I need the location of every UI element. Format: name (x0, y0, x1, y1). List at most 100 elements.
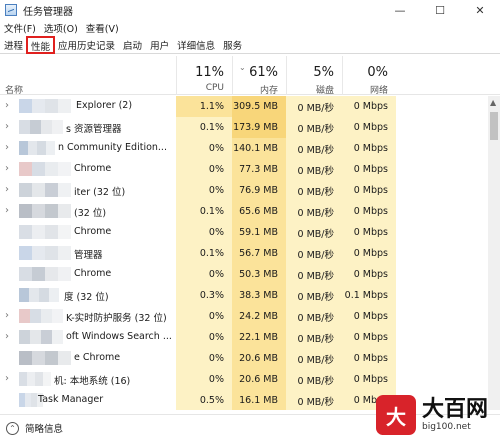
disk-value: 0 MB/秒 (286, 306, 342, 327)
network-value: 0 Mbps (342, 138, 396, 159)
fewer-details-link[interactable]: 简略信息 (25, 421, 63, 435)
chevron-right-icon[interactable]: › (5, 310, 9, 321)
cpu-total-percent: 11% (195, 65, 224, 80)
memory-value: 56.7 MB (232, 243, 286, 264)
process-name: iter (32 位) (74, 187, 126, 198)
column-name-header[interactable]: 名称 (5, 83, 23, 96)
chevron-right-icon[interactable]: › (5, 100, 9, 111)
disk-value: 0 MB/秒 (286, 159, 342, 180)
process-icon (19, 120, 63, 134)
tab-3[interactable]: 启动 (119, 37, 146, 53)
process-row[interactable]: 管理器 0.1% 56.7 MB 0 MB/秒 0 Mbps (0, 243, 488, 264)
cpu-value: 0.1% (176, 201, 232, 222)
network-value: 0 Mbps (342, 117, 396, 138)
chevron-right-icon[interactable]: › (5, 331, 9, 342)
menu-file[interactable]: 文件(F) (4, 21, 36, 35)
network-value: 0 Mbps (342, 180, 396, 201)
process-name: 机: 本地系统 (16) (54, 376, 131, 387)
process-icon (19, 309, 63, 323)
menu-options[interactable]: 选项(O) (44, 21, 78, 35)
process-row[interactable]: › s 资源管理器 0.1% 173.9 MB 0 MB/秒 0 Mbps (0, 117, 488, 138)
process-row[interactable]: › Explorer (2) 1.1% 309.5 MB 0 MB/秒 0 Mbps (0, 96, 488, 117)
process-row[interactable]: › n Community Edition... 0% 140.1 MB 0 MB/秒 0… (0, 138, 488, 159)
disk-value: 0 MB/秒 (286, 117, 342, 138)
process-list: › Explorer (2) 1.1% 309.5 MB 0 MB/秒 0 Mbps › s … (0, 96, 488, 410)
chevron-right-icon[interactable]: › (5, 142, 9, 153)
chevron-right-icon[interactable]: › (5, 205, 9, 216)
task-manager-app-icon (5, 4, 17, 16)
tab-0[interactable]: 进程 (0, 37, 27, 53)
network-value: 0 Mbps (342, 96, 396, 117)
column-cpu-header[interactable]: 11% CPU (176, 56, 232, 95)
memory-value: 77.3 MB (232, 159, 286, 180)
disk-column-label: 磁盘 (315, 86, 334, 96)
process-name: Explorer (2) (76, 100, 133, 111)
menu-view[interactable]: 查看(V) (86, 21, 119, 35)
chevron-right-icon[interactable]: › (5, 184, 9, 195)
network-total-percent: 0% (367, 65, 388, 80)
process-row[interactable]: 度 (32 位) 0.3% 38.3 MB 0 MB/秒 0.1 Mbps (0, 285, 488, 306)
disk-value: 0 MB/秒 (286, 348, 342, 369)
network-value: 0 Mbps (342, 243, 396, 264)
memory-value: 38.3 MB (232, 285, 286, 306)
process-row[interactable]: Chrome 0% 59.1 MB 0 MB/秒 0 Mbps (0, 222, 488, 243)
process-name: Chrome (74, 268, 112, 279)
process-name: Chrome (74, 226, 112, 237)
column-memory-header[interactable]: ⌄ 61% 内存 (232, 56, 286, 96)
process-name: s 资源管理器 (66, 124, 122, 135)
process-row[interactable]: › (32 位) 0.1% 65.6 MB 0 MB/秒 0 Mbps (0, 201, 488, 222)
process-row[interactable]: › K-实时防护服务 (32 位) 0% 24.2 MB 0 MB/秒 0 Mbps (0, 306, 488, 327)
disk-value: 0 MB/秒 (286, 138, 342, 159)
cpu-value: 0% (176, 159, 232, 180)
network-value: 0 Mbps (342, 348, 396, 369)
tab-5[interactable]: 详细信息 (173, 37, 219, 53)
vertical-scrollbar[interactable]: ▲ (488, 96, 500, 410)
process-row[interactable]: › Chrome 0% 77.3 MB 0 MB/秒 0 Mbps (0, 159, 488, 180)
process-row[interactable]: › iter (32 位) 0% 76.9 MB 0 MB/秒 0 Mbps (0, 180, 488, 201)
tab-1[interactable]: 性能 (26, 36, 56, 54)
network-value: 0 Mbps (342, 369, 396, 390)
window-controls: — ☐ ✕ (380, 0, 500, 20)
column-network-header[interactable]: 0% 网络 (342, 56, 396, 96)
column-disk-header[interactable]: 5% 磁盘 (286, 56, 342, 96)
process-icon (19, 183, 71, 197)
process-row[interactable]: e Chrome 0% 20.6 MB 0 MB/秒 0 Mbps (0, 348, 488, 369)
cpu-value: 0% (176, 264, 232, 285)
column-header: 名称 11% CPU ⌄ 61% 内存 5% 磁盘 0% 网络 (0, 56, 500, 96)
cpu-value: 0% (176, 222, 232, 243)
watermark-url: big100.net (422, 422, 471, 432)
process-row[interactable]: › 机: 本地系统 (16) 0% 20.6 MB 0 MB/秒 0 Mbps (0, 369, 488, 390)
close-button[interactable]: ✕ (460, 0, 500, 20)
tab-6[interactable]: 服务 (219, 37, 246, 53)
scroll-up-icon[interactable]: ▲ (490, 98, 496, 107)
maximize-button[interactable]: ☐ (420, 0, 460, 20)
tab-4[interactable]: 用户 (146, 37, 173, 53)
process-icon (19, 162, 71, 176)
cpu-value: 0.3% (176, 285, 232, 306)
memory-value: 20.6 MB (232, 348, 286, 369)
process-icon (19, 204, 71, 218)
chevron-right-icon[interactable]: › (5, 163, 9, 174)
process-row[interactable]: Chrome 0% 50.3 MB 0 MB/秒 0 Mbps (0, 264, 488, 285)
memory-value: 16.1 MB (232, 390, 286, 410)
network-value: 0 Mbps (342, 327, 396, 348)
memory-value: 65.6 MB (232, 201, 286, 222)
cpu-value: 0.1% (176, 243, 232, 264)
minimize-button[interactable]: — (380, 0, 420, 20)
disk-value: 0 MB/秒 (286, 180, 342, 201)
chevron-up-circle-icon[interactable]: ⌃ (6, 421, 19, 435)
disk-value: 0 MB/秒 (286, 327, 342, 348)
cpu-value: 0% (176, 306, 232, 327)
process-row[interactable]: › oft Windows Search ... 0% 22.1 MB 0 MB/秒 0 … (0, 327, 488, 348)
scrollbar-thumb[interactable] (490, 112, 498, 140)
chevron-right-icon[interactable]: › (5, 373, 9, 384)
cpu-value: 0.5% (176, 390, 232, 410)
memory-value: 22.1 MB (232, 327, 286, 348)
disk-value: 0 MB/秒 (286, 285, 342, 306)
memory-value: 140.1 MB (232, 138, 286, 159)
tab-2[interactable]: 应用历史记录 (54, 37, 119, 53)
process-name: n Community Edition... (58, 142, 167, 153)
process-name: Chrome (74, 163, 112, 174)
chevron-right-icon[interactable]: › (5, 121, 9, 132)
cpu-value: 1.1% (176, 96, 232, 117)
